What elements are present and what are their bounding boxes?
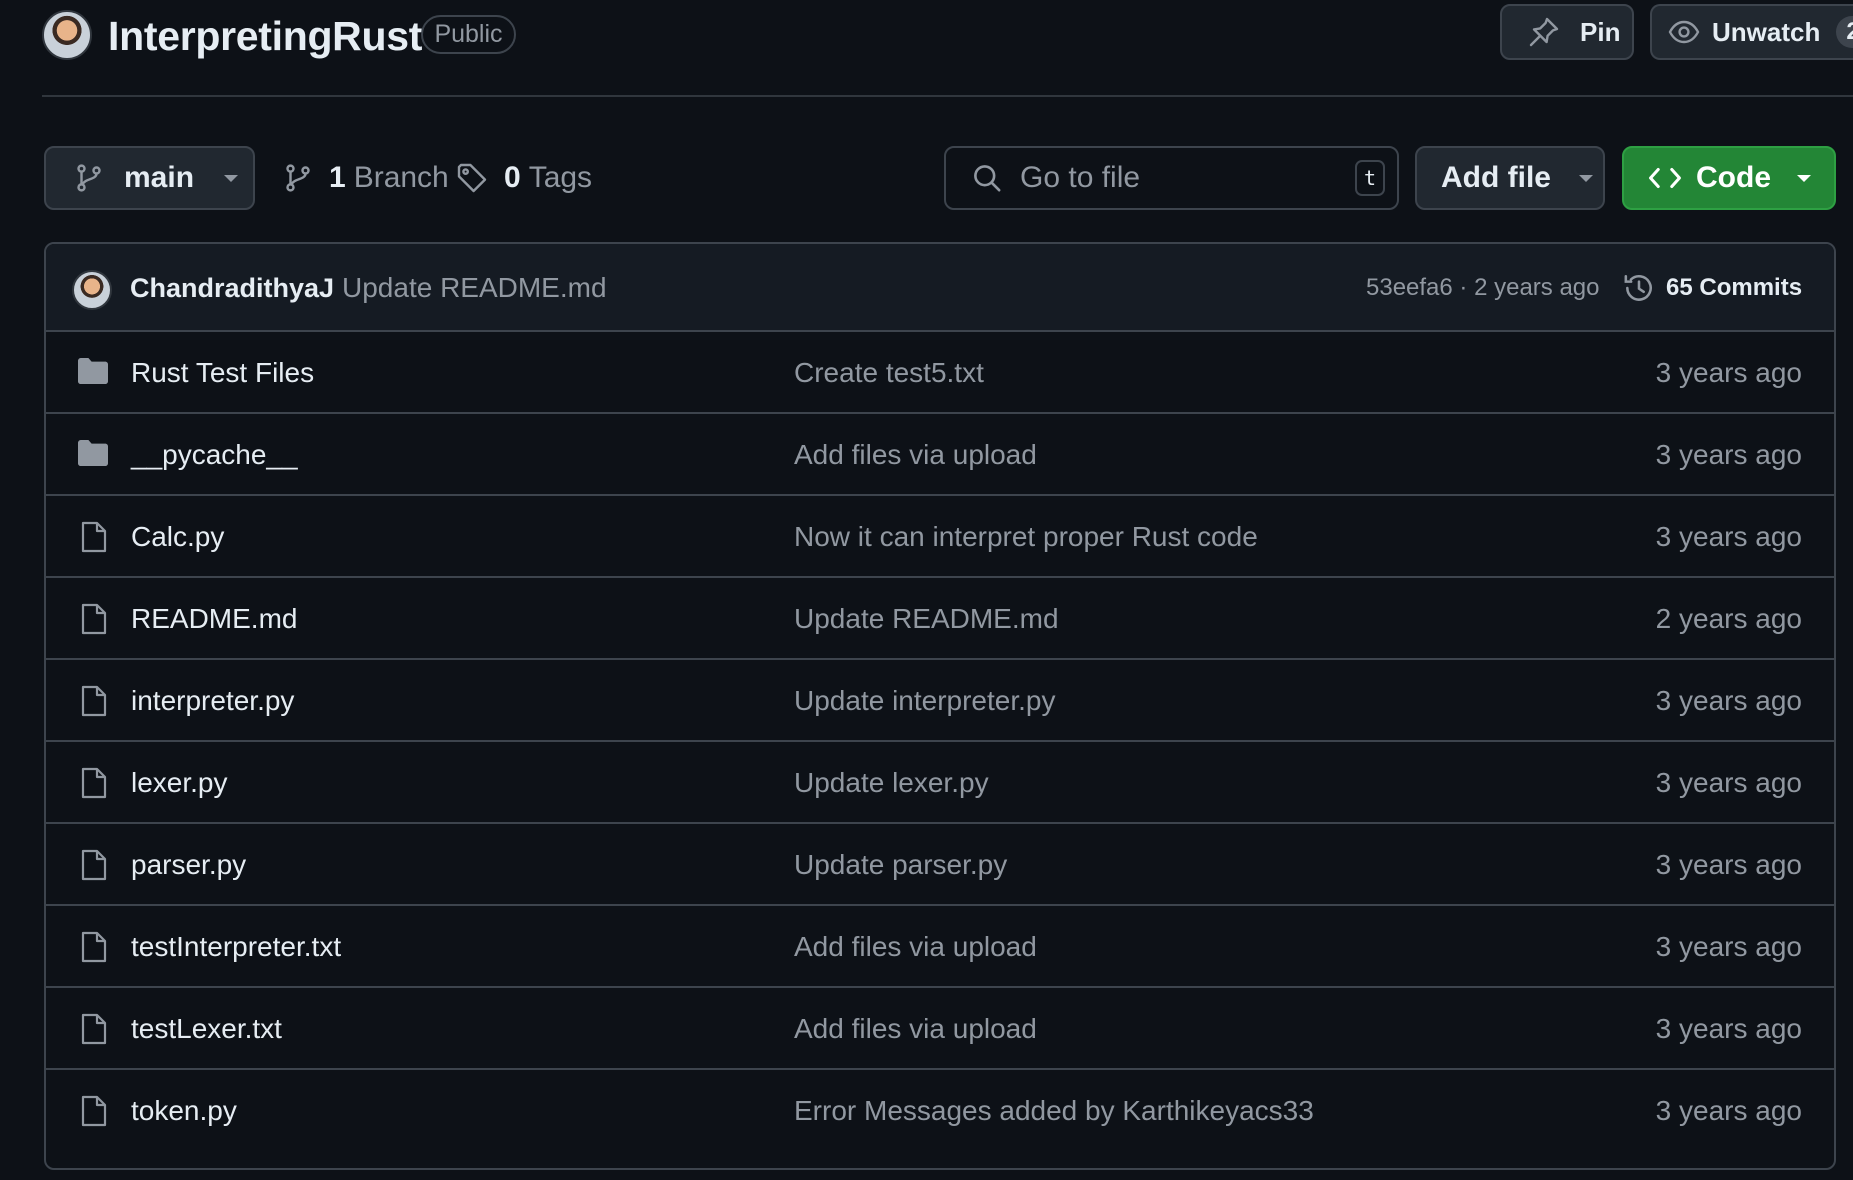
file-commit-message[interactable]: Update README.md — [794, 578, 1059, 660]
repo-owner-avatar[interactable] — [42, 10, 92, 60]
file-icon — [80, 1012, 108, 1046]
file-name-link[interactable]: Calc.py — [131, 496, 224, 578]
file-row[interactable]: testLexer.txt Add files via upload 3 years… — [46, 988, 1834, 1070]
file-name-link[interactable]: lexer.py — [131, 742, 228, 824]
file-row[interactable]: Calc.py Now it can interpret proper Rust … — [46, 496, 1834, 578]
file-row[interactable]: interpreter.py Update interpreter.py 3 yea… — [46, 660, 1834, 742]
eye-icon — [1668, 16, 1700, 48]
file-age: 3 years ago — [1655, 767, 1802, 798]
file-name-link[interactable]: __pycache__ — [131, 414, 298, 496]
file-age: 3 years ago — [1655, 685, 1802, 716]
file-commit-message[interactable]: Update parser.py — [794, 824, 1007, 906]
file-row[interactable]: Rust Test Files Create test5.txt 3 years a… — [46, 332, 1834, 414]
file-age: 3 years ago — [1655, 439, 1802, 470]
commit-author-avatar[interactable] — [72, 270, 112, 310]
tags-link[interactable]: 0 Tags — [456, 146, 592, 210]
file-age: 3 years ago — [1655, 521, 1802, 552]
file-row[interactable]: lexer.py Update lexer.py 3 years ago — [46, 742, 1834, 824]
unwatch-button[interactable]: Unwatch 2 — [1650, 4, 1853, 60]
file-row[interactable]: testInterpreter.txt Add files via upload 3… — [46, 906, 1834, 988]
file-commit-message[interactable]: Update interpreter.py — [794, 660, 1056, 742]
file-row[interactable]: parser.py Update parser.py 3 years ago — [46, 824, 1834, 906]
git-branch-icon — [74, 163, 104, 193]
file-icon — [80, 602, 108, 636]
branch-selector[interactable]: main — [44, 146, 255, 210]
code-icon — [1648, 164, 1682, 192]
file-age: 3 years ago — [1655, 1013, 1802, 1044]
file-commit-message[interactable]: Add files via upload — [794, 988, 1037, 1070]
commits-count: 65 Commits — [1666, 274, 1803, 301]
pin-button[interactable]: Pin — [1500, 4, 1634, 60]
file-icon — [80, 930, 108, 964]
tag-label: Tags — [528, 161, 593, 194]
unwatch-label: Unwatch — [1712, 16, 1821, 47]
file-age: 3 years ago — [1655, 1095, 1802, 1126]
search-icon — [972, 163, 1002, 193]
add-file-label: Add file — [1441, 161, 1551, 194]
header-divider — [42, 95, 1853, 97]
file-commit-message[interactable]: Update lexer.py — [794, 742, 989, 824]
file-age: 3 years ago — [1655, 849, 1802, 880]
pin-icon — [1528, 16, 1560, 48]
branches-link[interactable]: 1 Branch — [283, 146, 449, 210]
latest-commit-bar: ChandradithyaJ Update README.md 53eefa6 … — [46, 244, 1834, 332]
file-row[interactable]: token.py Error Messages added by Karthike… — [46, 1070, 1834, 1152]
file-table: ChandradithyaJ Update README.md 53eefa6 … — [44, 242, 1836, 1170]
folder-icon — [76, 438, 110, 468]
file-name-link[interactable]: Rust Test Files — [131, 332, 314, 414]
file-icon — [80, 848, 108, 882]
repo-name[interactable]: InterpretingRust — [108, 10, 422, 62]
pin-label: Pin — [1580, 16, 1621, 47]
code-label: Code — [1696, 161, 1771, 194]
file-age: 3 years ago — [1655, 931, 1802, 962]
file-commit-message[interactable]: Create test5.txt — [794, 332, 984, 414]
file-icon — [80, 1094, 108, 1128]
file-icon — [80, 684, 108, 718]
visibility-badge: Public — [421, 15, 516, 54]
search-placeholder: Go to file — [1020, 161, 1141, 194]
file-name-link[interactable]: testLexer.txt — [131, 988, 282, 1070]
file-age: 3 years ago — [1655, 357, 1802, 388]
file-commit-message[interactable]: Error Messages added by Karthikeyacs33 — [794, 1070, 1314, 1152]
file-name-link[interactable]: interpreter.py — [131, 660, 294, 742]
watch-count-badge: 2 — [1836, 16, 1853, 48]
file-name-link[interactable]: README.md — [131, 578, 297, 660]
add-file-button[interactable]: Add file — [1415, 146, 1605, 210]
file-row[interactable]: README.md Update README.md 2 years ago — [46, 578, 1834, 660]
file-commit-message[interactable]: Add files via upload — [794, 414, 1037, 496]
caret-down-icon — [1795, 172, 1813, 184]
file-commit-message[interactable]: Now it can interpret proper Rust code — [794, 496, 1258, 578]
caret-down-icon — [1577, 172, 1595, 184]
history-icon — [1622, 271, 1656, 305]
file-row[interactable]: __pycache__ Add files via upload 3 years a… — [46, 414, 1834, 496]
tag-icon — [456, 162, 488, 194]
commit-author[interactable]: ChandradithyaJ — [130, 244, 334, 332]
file-name-link[interactable]: testInterpreter.txt — [131, 906, 341, 988]
code-button[interactable]: Code — [1622, 146, 1836, 210]
git-branch-icon — [283, 163, 313, 193]
caret-down-icon — [222, 172, 240, 184]
branch-count: 1 — [329, 161, 346, 194]
commits-history-link[interactable]: 65 Commits — [1622, 244, 1802, 332]
latest-commit-message[interactable]: Update README.md — [342, 244, 607, 332]
file-age: 2 years ago — [1655, 603, 1802, 634]
file-list: Rust Test Files Create test5.txt 3 years a… — [46, 332, 1834, 1152]
tag-count: 0 — [504, 161, 521, 194]
branch-selected: main — [124, 161, 195, 194]
file-commit-message[interactable]: Add files via upload — [794, 906, 1037, 988]
file-icon — [80, 766, 108, 800]
commit-hash-age[interactable]: 53eefa6 · 2 years ago — [1366, 244, 1600, 332]
file-name-link[interactable]: token.py — [131, 1070, 237, 1152]
file-name-link[interactable]: parser.py — [131, 824, 246, 906]
go-to-file-search[interactable]: Go to file t — [944, 146, 1399, 210]
folder-icon — [76, 356, 110, 386]
file-icon — [80, 520, 108, 554]
branch-label: Branch — [353, 161, 449, 194]
search-shortcut-key: t — [1355, 160, 1385, 196]
